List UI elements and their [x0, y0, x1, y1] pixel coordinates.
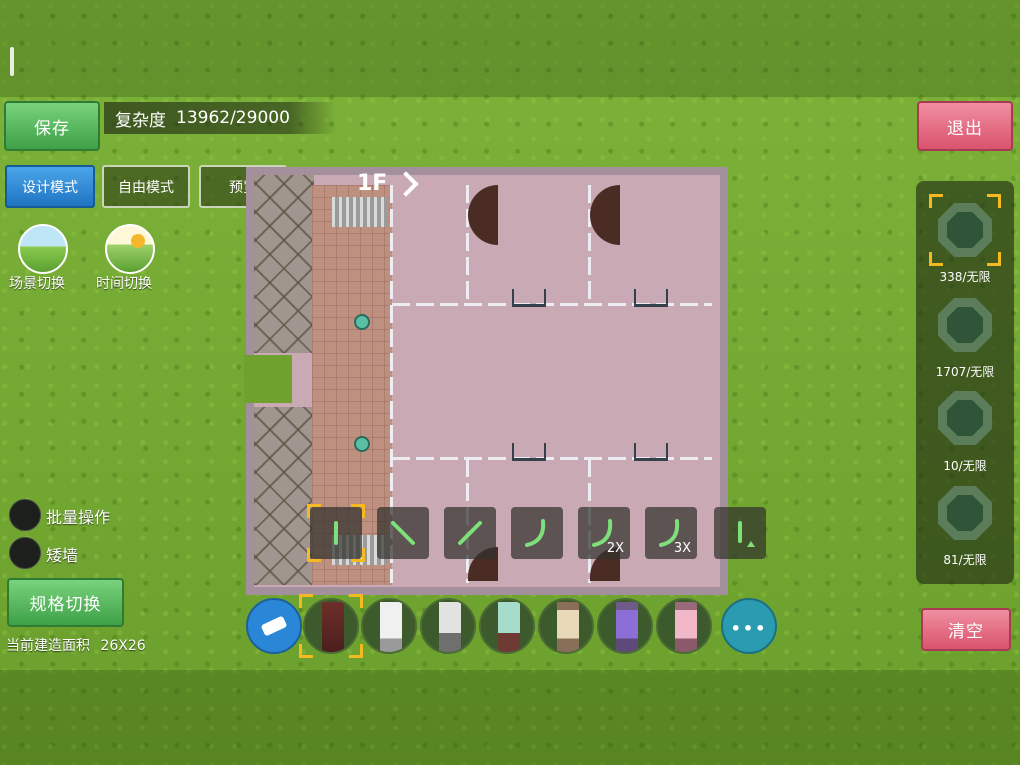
wall-tool-curve-3x[interactable]: 3X	[645, 507, 697, 559]
free-mode-tab[interactable]: 自由模式	[102, 165, 190, 208]
multiplier-label: 2X	[606, 541, 624, 556]
lamp-icon	[354, 436, 370, 452]
window-icon	[512, 289, 546, 307]
low-wall-label: 矮墙	[46, 546, 79, 565]
bottom-dark-band	[0, 670, 1020, 765]
furniture-count: 81/无限	[943, 553, 987, 567]
build-area-value: 26X26	[100, 638, 146, 654]
chevron-right-icon	[393, 170, 420, 197]
curve-wall-icon	[525, 519, 546, 547]
more-materials-button[interactable]: •••	[721, 598, 777, 654]
more-icon: •••	[730, 619, 768, 638]
gray-stone-swatch	[439, 602, 461, 652]
material-pink-window-wall[interactable]	[656, 598, 712, 654]
octagon-frame	[938, 298, 992, 352]
straight-wall-icon	[334, 521, 338, 545]
material-beige-window-wall[interactable]	[538, 598, 594, 654]
wall-count: 338/无限	[939, 270, 991, 284]
spec-switch-button[interactable]: 规格切换	[7, 578, 124, 627]
octagon-frame	[938, 391, 992, 445]
diagonal-down-icon	[391, 521, 415, 545]
furniture-icon	[947, 495, 983, 531]
material-teal-brick-wall[interactable]	[479, 598, 535, 654]
wall-tool-diagonal-up[interactable]	[444, 507, 496, 559]
brick-wall-swatch	[322, 602, 344, 652]
pink-window-swatch	[675, 602, 697, 652]
short-wall-up-icon	[738, 521, 755, 547]
scene-switch-icon[interactable]	[18, 224, 68, 274]
window-icon	[947, 400, 983, 436]
batch-operation-label: 批量操作	[46, 508, 111, 527]
furniture-category-button[interactable]	[932, 480, 998, 546]
wall-tool-short[interactable]	[714, 507, 766, 559]
sun-icon	[131, 234, 145, 248]
eraser-button[interactable]	[246, 598, 302, 654]
build-area-label: 当前建造面积	[6, 638, 90, 654]
window-icon	[634, 443, 668, 461]
text-cursor	[10, 47, 14, 76]
beige-window-swatch	[557, 602, 579, 652]
material-white-panel-wall[interactable]	[361, 598, 417, 654]
stone-pavement-top	[254, 175, 314, 353]
stairs	[332, 197, 388, 227]
batch-operation-toggle[interactable]	[9, 499, 41, 531]
lamp-icon	[354, 314, 370, 330]
octagon-frame	[938, 203, 992, 257]
door-window-count: 10/无限	[943, 459, 987, 473]
multiplier-label: 3X	[673, 541, 691, 556]
material-gray-stone-wall[interactable]	[420, 598, 476, 654]
wall-tool-straight[interactable]	[307, 504, 365, 562]
time-switch-icon[interactable]	[105, 224, 155, 274]
scene-switch-label: 场景切换	[9, 276, 65, 292]
wall-category-button[interactable]	[929, 194, 1001, 266]
floor-label: 1F	[357, 171, 388, 196]
window-icon	[634, 289, 668, 307]
material-purple-window-wall[interactable]	[597, 598, 653, 654]
design-mode-tab[interactable]: 设计模式	[5, 165, 95, 208]
door-window-category-button[interactable]	[932, 385, 998, 451]
complexity-label: 复杂度	[115, 110, 166, 131]
purple-window-swatch	[616, 602, 638, 652]
floor-tile-icon	[947, 307, 983, 343]
save-button[interactable]: 保存	[4, 101, 100, 151]
wall-segment	[466, 185, 469, 303]
build-area-display: 当前建造面积 26X26	[6, 635, 146, 655]
window-icon	[512, 443, 546, 461]
brick-wall-icon	[947, 212, 983, 248]
exit-button[interactable]: 退出	[917, 101, 1013, 151]
wall-segment	[588, 185, 591, 303]
diagonal-up-icon	[458, 521, 482, 545]
eraser-icon	[261, 616, 287, 636]
grass-notch	[244, 355, 292, 403]
complexity-value: 13962/29000	[176, 108, 290, 128]
top-dark-band	[0, 0, 1020, 97]
wall-tool-diagonal-down[interactable]	[377, 507, 429, 559]
octagon-frame	[938, 486, 992, 540]
low-wall-toggle[interactable]	[9, 537, 41, 569]
wall-tool-curve-2x[interactable]: 2X	[578, 507, 630, 559]
floor-selector[interactable]: 1F	[357, 170, 420, 197]
stone-pavement-bottom	[254, 407, 314, 585]
material-brick-wall[interactable]	[303, 598, 359, 654]
teal-brick-swatch	[498, 602, 520, 652]
wall-tool-curve[interactable]	[511, 507, 563, 559]
white-panel-swatch	[380, 602, 402, 652]
floor-count: 1707/无限	[935, 365, 995, 379]
clear-button[interactable]: 清空	[921, 608, 1011, 651]
floor-category-button[interactable]	[932, 292, 998, 358]
complexity-display: 复杂度 13962/29000	[104, 102, 336, 134]
time-switch-label: 时间切换	[96, 276, 152, 292]
